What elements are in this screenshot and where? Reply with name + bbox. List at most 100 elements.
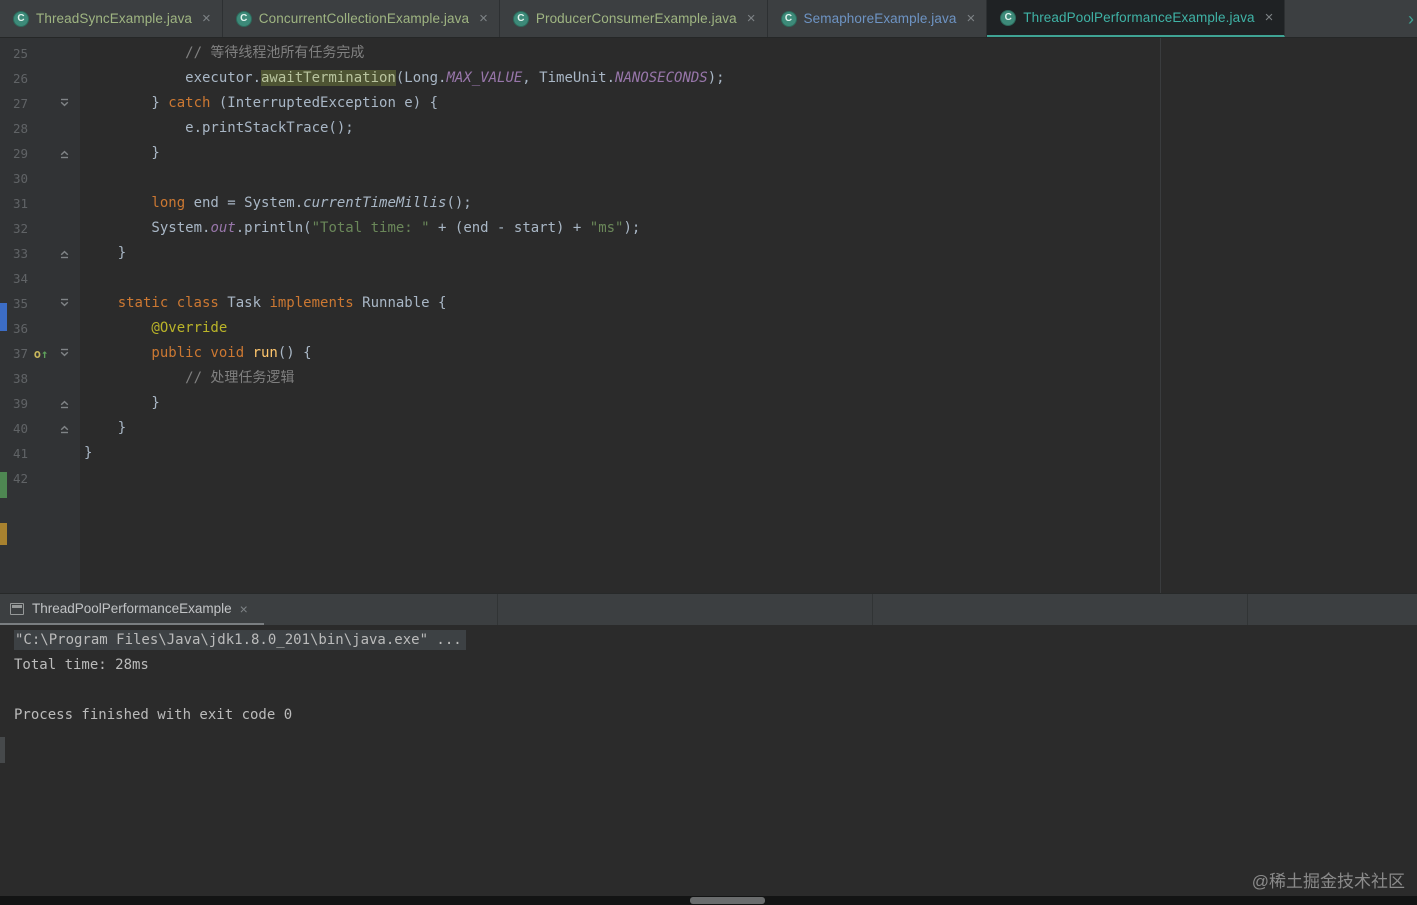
editor-tab-5[interactable]: C ThreadPoolPerformanceExample.java × [987,0,1286,37]
class-icon: C [235,10,252,27]
fold-start-icon[interactable] [59,98,70,109]
gutter-icon-area [28,241,54,266]
panel-divider [872,594,873,625]
line-number: 34 [12,271,28,286]
fold-gutter [54,91,74,116]
code-line[interactable]: 25 // 等待线程池所有任务完成 [0,41,1417,66]
close-icon[interactable]: × [240,601,248,617]
console-line: Process finished with exit code 0 [14,703,1417,728]
class-icon: C [13,10,29,27]
code-line[interactable]: 39} [0,391,1417,416]
code-line[interactable]: 27} catch (InterruptedException e) { [0,91,1417,116]
tab-label: ConcurrentCollectionExample.java [258,11,470,26]
fold-gutter [54,241,74,266]
code-line[interactable]: 41} [0,441,1417,466]
code-line[interactable]: 26 executor.awaitTermination(Long.MAX_VAL… [0,66,1417,91]
code-line[interactable]: 33} [0,241,1417,266]
fold-gutter [54,191,74,216]
horizontal-scrollbar-thumb[interactable] [690,897,765,904]
code-token: // 处理任务逻辑 [185,370,295,386]
code-line[interactable]: 42 [0,466,1417,491]
code-line[interactable]: 36 @Override [0,316,1417,341]
fold-end-icon[interactable] [59,248,70,259]
overrides-icon-circle: o [33,346,41,361]
code-token: Task [218,295,270,311]
tab-label: ProducerConsumerExample.java [535,11,737,26]
code-line[interactable]: 29} [0,141,1417,166]
code-token: () { [277,345,312,361]
fold-start-icon[interactable] [59,298,70,309]
gutter-icon-area [28,416,54,441]
code-token: @Override [151,320,228,336]
code-line[interactable]: 32 System.out.println("Total time: " + (e… [0,216,1417,241]
code-line[interactable]: 35 static class Task implements Runnable … [0,291,1417,316]
code-line[interactable]: 37 o ↑ public void run() { [0,341,1417,366]
run-console-tab[interactable]: ThreadPoolPerformanceExample × [0,594,264,625]
code-token: "Total time: " [311,220,430,236]
gutter-icon-area [28,141,54,166]
line-number: 33 [12,246,28,261]
code-token: (Long. [395,70,447,86]
fold-end-icon[interactable] [59,148,70,159]
gutter-icon-area [28,191,54,216]
fold-gutter [54,141,74,166]
stripe-marker-green [0,472,7,498]
editor-tab-2[interactable]: C ConcurrentCollectionExample.java × [223,0,500,37]
editor-tab-4[interactable]: C SemaphoreExample.java × [768,0,988,37]
fold-gutter [54,441,74,466]
code-line[interactable]: 30 [0,166,1417,191]
line-number: 38 [12,371,28,386]
close-icon[interactable]: × [1265,10,1274,25]
code-token: e.printStackTrace(); [185,120,354,136]
code-token: "ms" [589,220,624,236]
gutter-icon-area [28,291,54,316]
line-number: 26 [12,71,28,86]
fold-end-icon[interactable] [59,398,70,409]
overrides-icon[interactable]: o ↑ [34,348,48,360]
gutter-icon-area [28,441,54,466]
class-icon: C [780,10,797,27]
code-token: } [151,395,160,411]
code-line[interactable]: 40} [0,416,1417,441]
close-icon[interactable]: × [747,11,756,26]
code-token: MAX_VALUE [446,70,523,86]
bottom-scrollbar [0,896,1417,905]
fold-gutter [54,216,74,241]
code-token: System. [151,220,211,236]
editor-tab-3[interactable]: C ProducerConsumerExample.java × [500,0,768,37]
code-line[interactable]: 31 long end = System.currentTimeMillis(); [0,191,1417,216]
console-text: Total time: 28ms [14,657,149,673]
gutter-icon-area [28,391,54,416]
code-token: } [84,445,93,461]
code-line[interactable]: 28 e.printStackTrace(); [0,116,1417,141]
editor-tab-1[interactable]: C ThreadSyncExample.java × [0,0,223,37]
console-line: "C:\Program Files\Java\jdk1.8.0_201\bin\… [14,628,1417,653]
code-line[interactable]: 38 // 处理任务逻辑 [0,366,1417,391]
gutter-icon-area [28,166,54,191]
code-token: awaitTermination [261,70,396,86]
tab-label: ThreadPoolPerformanceExample.java [1023,10,1255,25]
code-token: ); [707,70,725,86]
code-text: executor.awaitTermination(Long.MAX_VALUE… [74,66,1417,91]
code-text: } [74,391,1417,416]
more-tabs-icon[interactable]: › [1408,9,1414,30]
gutter-icon-area [28,91,54,116]
code-text: System.out.println("Total time: " + (end… [74,216,1417,241]
close-icon[interactable]: × [479,11,488,26]
fold-gutter [54,466,74,491]
fold-gutter [54,266,74,291]
code-editor[interactable]: 25 // 等待线程池所有任务完成 26 executor.awaitTerminat… [0,38,1417,593]
code-token: run [252,345,278,361]
code-token: public void [151,345,245,361]
fold-end-icon[interactable] [59,423,70,434]
code-text: } catch (InterruptedException e) { [74,91,1417,116]
close-icon[interactable]: × [202,11,211,26]
close-icon[interactable]: × [966,11,975,26]
gutter-icon-area [28,316,54,341]
scrollbar-mark [0,737,5,763]
code-token: implements [269,295,354,311]
code-line[interactable]: 34 [0,266,1417,291]
code-token: } [117,420,127,436]
fold-start-icon[interactable] [59,348,70,359]
console-output[interactable]: "C:\Program Files\Java\jdk1.8.0_201\bin\… [0,625,1417,896]
